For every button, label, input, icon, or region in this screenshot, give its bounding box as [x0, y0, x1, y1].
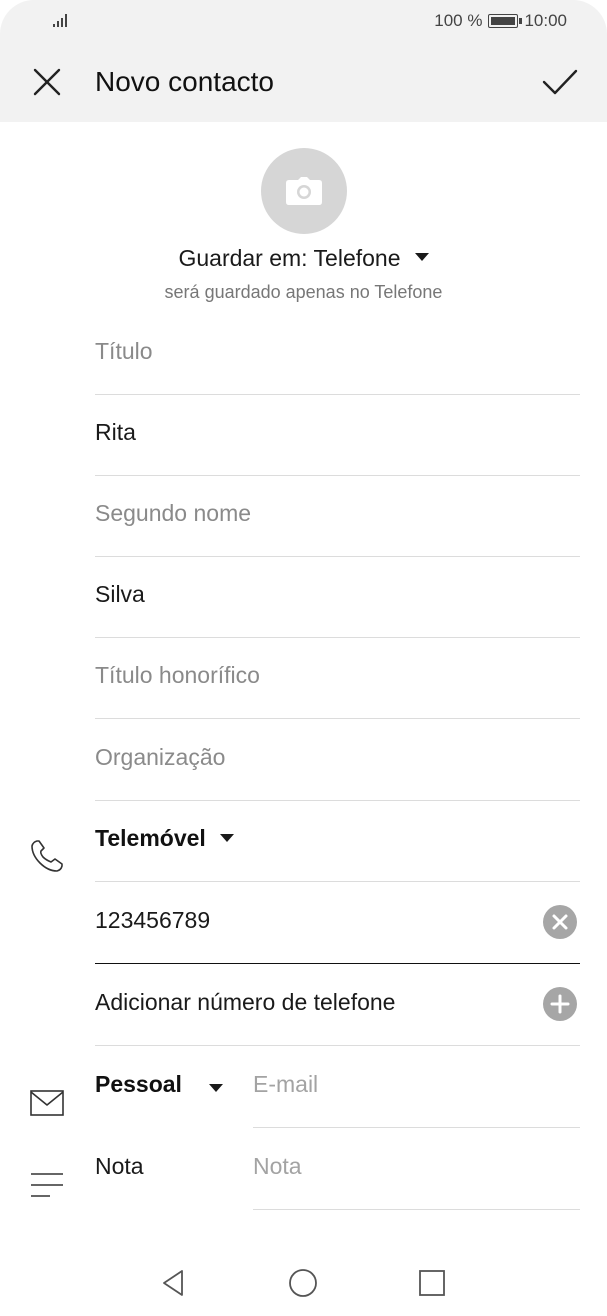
phone-icon: [31, 840, 63, 872]
check-icon[interactable]: [539, 61, 581, 103]
signal-icon: [53, 14, 67, 27]
chevron-down-icon: [414, 252, 429, 261]
phone-number-value: 123456789: [95, 907, 211, 933]
add-phone-row[interactable]: Adicionar número de telefone: [95, 965, 580, 1046]
close-icon[interactable]: [28, 63, 66, 101]
note-field[interactable]: Nota: [253, 1129, 580, 1210]
phone-type-value: Telemóvel: [95, 825, 234, 852]
back-icon[interactable]: [157, 1266, 191, 1300]
note-placeholder: Nota: [253, 1153, 302, 1179]
recents-icon[interactable]: [415, 1266, 449, 1300]
note-label: Nota: [95, 1153, 144, 1179]
camera-icon: [286, 177, 322, 205]
title-placeholder: Título: [95, 338, 153, 364]
battery-icon: [488, 14, 523, 28]
organization-field[interactable]: Organização: [95, 720, 580, 801]
home-icon[interactable]: [286, 1266, 320, 1300]
status-bar: 100 % 10:00: [0, 0, 607, 44]
page-title: Novo contacto: [95, 66, 274, 97]
add-photo-button[interactable]: [261, 148, 347, 234]
clear-icon[interactable]: [543, 905, 577, 939]
chevron-down-icon: [209, 1084, 223, 1092]
note-label-cell: Nota: [95, 1129, 245, 1210]
email-field[interactable]: E-mail: [253, 1047, 580, 1128]
suffix-field[interactable]: Título honorífico: [95, 638, 580, 719]
last-name-value: Silva: [95, 581, 145, 607]
note-icon: [31, 1173, 63, 1197]
last-name-field[interactable]: Silva: [95, 557, 580, 638]
app-bar: Novo contacto: [0, 44, 607, 122]
clock: 10:00: [524, 11, 567, 30]
first-name-value: Rita: [95, 419, 136, 445]
save-location-selector[interactable]: Guardar em: Telefone: [0, 245, 607, 272]
phone-type-selector[interactable]: Telemóvel: [95, 801, 580, 882]
chevron-down-icon: [219, 833, 234, 842]
email-icon: [30, 1090, 64, 1116]
add-phone-label: Adicionar número de telefone: [95, 989, 396, 1015]
add-icon[interactable]: [543, 987, 577, 1021]
email-type-selector[interactable]: Pessoal: [95, 1047, 245, 1128]
navigation-bar: [0, 1250, 607, 1316]
status-right: 100 % 10:00: [434, 11, 567, 31]
organization-placeholder: Organização: [95, 744, 226, 770]
title-field[interactable]: Título: [95, 314, 580, 395]
save-location-label: Guardar em: Telefone: [178, 245, 401, 271]
phone-type-label: Telemóvel: [95, 825, 206, 851]
middle-name-placeholder: Segundo nome: [95, 500, 252, 526]
battery-level: 100 %: [434, 11, 483, 30]
middle-name-field[interactable]: Segundo nome: [95, 476, 580, 557]
email-type-label: Pessoal: [95, 1071, 182, 1097]
suffix-placeholder: Título honorífico: [95, 662, 260, 688]
first-name-field[interactable]: Rita: [95, 395, 580, 476]
email-placeholder: E-mail: [253, 1071, 319, 1097]
phone-number-field[interactable]: 123456789: [95, 883, 580, 964]
save-location-note: será guardado apenas no Telefone: [164, 282, 443, 302]
